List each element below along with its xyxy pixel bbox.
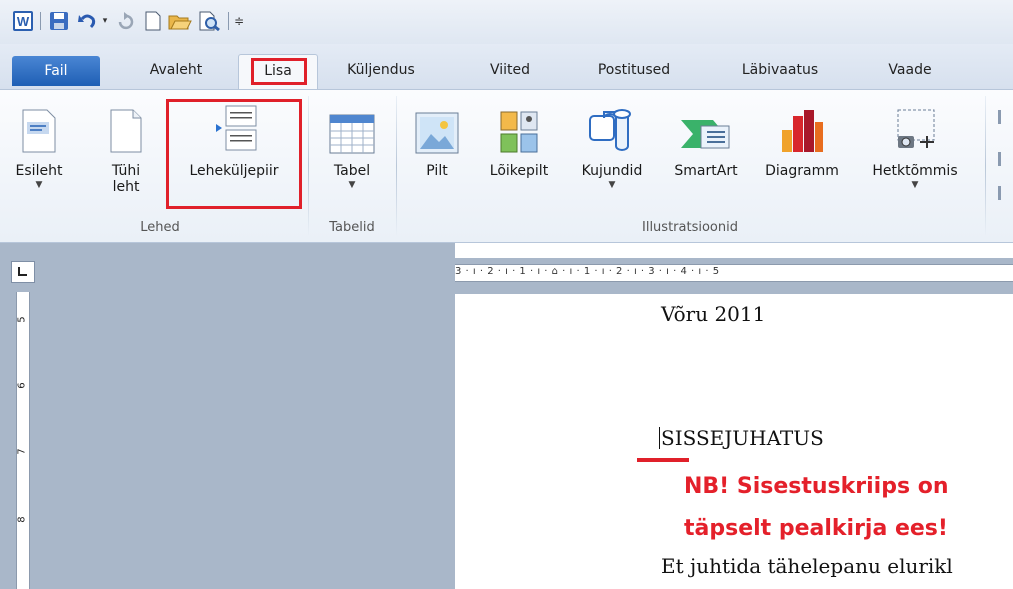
tab-insert[interactable]: Lisa	[238, 54, 318, 90]
chevron-down-icon: ▼	[911, 180, 919, 190]
picture-label: Pilt	[426, 163, 448, 179]
vruler-mark: 5	[16, 316, 28, 323]
clip-art-label: Lõikepilt	[489, 163, 549, 179]
blank-page-label-line2: leht	[112, 179, 140, 195]
group-separator	[396, 96, 397, 236]
smartart-button[interactable]: SmartArt	[666, 98, 746, 180]
shapes-icon	[564, 98, 660, 154]
undo-dropdown-icon[interactable]: ▾	[100, 10, 110, 32]
group-separator	[308, 96, 309, 236]
screenshot-label: Hetktõmmis	[872, 163, 958, 179]
annotation-note: NB! Sisestuskriips on	[684, 474, 949, 499]
blank-page-label-line1: Tühi	[111, 163, 141, 179]
document-line: Võru 2011	[661, 302, 766, 326]
group-separator	[985, 96, 986, 236]
table-label: Tabel	[333, 163, 371, 179]
tab-selector-button[interactable]	[11, 261, 35, 283]
clip-art-icon	[482, 98, 556, 154]
chevron-down-icon: ▼	[348, 180, 356, 190]
document-background	[0, 243, 455, 589]
chevron-down-icon: ▼	[608, 180, 616, 190]
picture-icon	[412, 98, 462, 154]
annotation-note: täpselt pealkirja ees!	[684, 516, 948, 541]
ribbon-overflow	[998, 110, 1008, 220]
screenshot-icon	[860, 98, 970, 154]
text-cursor	[659, 427, 660, 449]
heading-text: SISSEJUHATUS	[661, 426, 824, 450]
vruler-mark: 8	[16, 516, 28, 523]
tab-page-layout[interactable]: Küljendus	[332, 54, 430, 90]
cover-page-icon	[14, 98, 64, 154]
document-heading: SISSEJUHATUS	[659, 426, 824, 450]
undo-icon[interactable]	[76, 10, 98, 32]
smartart-icon	[666, 98, 746, 154]
print-preview-icon[interactable]	[198, 10, 222, 32]
table-icon	[322, 98, 382, 154]
document-page[interactable]: Võru 2011 SISSEJUHATUS NB! Sisestuskriip…	[455, 294, 1013, 589]
shapes-button[interactable]: Kujundid ▼	[564, 98, 660, 190]
qat-separator	[226, 10, 230, 32]
tab-mailings[interactable]: Postitused	[584, 54, 684, 90]
body-text: Et juhtida tähelepanu elurikl	[661, 554, 953, 578]
blank-page-button[interactable]: Tühi leht	[104, 98, 148, 195]
chart-icon	[752, 98, 852, 154]
horizontal-ruler[interactable]: 3 · ı · 2 · ı · 1 · ı · ⌂ · ı · 1 · ı · …	[455, 264, 1013, 282]
chart-button[interactable]: Diagramm	[752, 98, 852, 180]
cover-page-button[interactable]: Esileht ▼	[14, 98, 64, 190]
word-app-icon[interactable]: W	[12, 10, 34, 32]
tab-home[interactable]: Avaleht	[128, 54, 224, 90]
save-icon[interactable]	[48, 10, 70, 32]
group-label-pages: Lehed	[140, 220, 180, 235]
table-button[interactable]: Tabel ▼	[322, 98, 382, 190]
qat-separator	[38, 10, 42, 32]
chevron-down-icon: ▼	[35, 180, 43, 190]
cover-page-label: Esileht	[15, 163, 63, 179]
tab-review[interactable]: Läbivaatus	[730, 54, 830, 90]
tab-view[interactable]: Vaade	[880, 54, 940, 90]
clip-art-button[interactable]: Lõikepilt	[482, 98, 556, 180]
vruler-mark: 7	[16, 448, 28, 455]
vruler-mark: 6	[16, 382, 28, 389]
group-label-illustrations: Illustratsioonid	[642, 220, 738, 235]
screenshot-button[interactable]: Hetktõmmis ▼	[860, 98, 970, 190]
tab-file[interactable]: Fail	[12, 56, 100, 86]
highlight-box	[251, 58, 307, 85]
svg-text:W: W	[17, 14, 30, 29]
tab-references[interactable]: Viited	[480, 54, 540, 90]
blank-page-label: Tühi leht	[104, 163, 148, 195]
shapes-label: Kujundid	[581, 163, 643, 179]
cursor-marker	[637, 458, 689, 462]
smartart-label: SmartArt	[674, 163, 738, 179]
customize-qat-icon[interactable]: ≑	[232, 10, 246, 32]
ribbon: Esileht ▼ Tühi leht Leheküljepiir Lehed …	[0, 89, 1013, 243]
ribbon-tab-bar: Fail Avaleht Lisa Küljendus Viited Posti…	[0, 44, 1013, 90]
highlight-box	[166, 99, 302, 209]
open-folder-icon[interactable]	[168, 10, 192, 32]
quick-access-toolbar: W ▾ ≑	[0, 0, 1013, 44]
chart-label: Diagramm	[765, 163, 839, 179]
new-document-icon[interactable]	[142, 10, 164, 32]
redo-icon[interactable]	[114, 10, 136, 32]
picture-button[interactable]: Pilt	[412, 98, 462, 180]
horizontal-ruler-scale: 3 · ı · 2 · ı · 1 · ı · ⌂ · ı · 1 · ı · …	[455, 266, 720, 277]
blank-page-icon	[104, 98, 148, 154]
vertical-ruler[interactable]: 5 6 7 8	[16, 292, 30, 589]
group-label-tables: Tabelid	[329, 220, 375, 235]
